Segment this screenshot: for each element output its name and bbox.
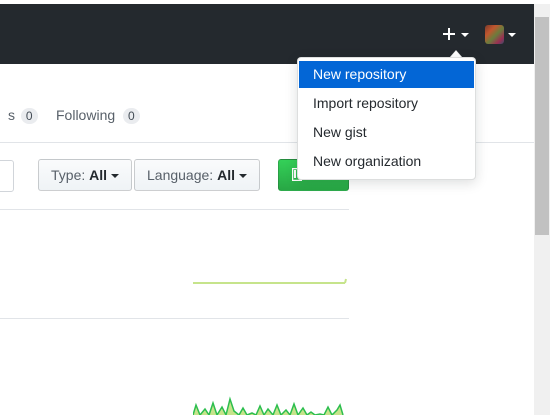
user-menu-toggle[interactable] (483, 24, 519, 46)
menu-item-new-repository[interactable]: New repository (299, 61, 474, 88)
avatar (485, 25, 504, 44)
chevron-down-icon (508, 33, 516, 37)
create-new-menu: New repository Import repository New gis… (297, 57, 476, 180)
language-filter-label: Language: (147, 167, 214, 183)
language-filter-value: All (217, 167, 235, 183)
nav-tab-counter: 0 (20, 108, 38, 124)
filter-divider (0, 209, 349, 210)
following-counter: 0 (123, 108, 140, 124)
scrollbar-thumb[interactable] (535, 17, 549, 235)
menu-item-new-gist[interactable]: New gist (299, 119, 474, 146)
profile-nav-tab-partial[interactable]: s 0 (8, 107, 38, 124)
language-filter-button[interactable]: Language: All (134, 159, 260, 191)
repo-list-divider (0, 318, 349, 319)
create-new-dropdown-toggle[interactable] (440, 24, 470, 44)
chevron-down-icon (238, 174, 247, 179)
menu-item-new-organization[interactable]: New organization (299, 148, 474, 175)
nav-tab-label: Following (56, 107, 116, 123)
type-filter-button[interactable]: Type: All (38, 159, 133, 191)
menu-item-import-repository[interactable]: Import repository (299, 90, 474, 117)
chevron-down-icon (111, 174, 120, 179)
activity-graph (193, 396, 344, 415)
repository-search-input[interactable] (0, 160, 14, 192)
type-filter-value: All (89, 167, 108, 183)
nav-tab-label: s (8, 107, 15, 123)
chevron-down-icon (461, 33, 469, 37)
profile-nav-tab-following[interactable]: Following 0 (56, 107, 140, 124)
type-filter-label: Type: (51, 167, 86, 183)
activity-graph (193, 278, 347, 284)
